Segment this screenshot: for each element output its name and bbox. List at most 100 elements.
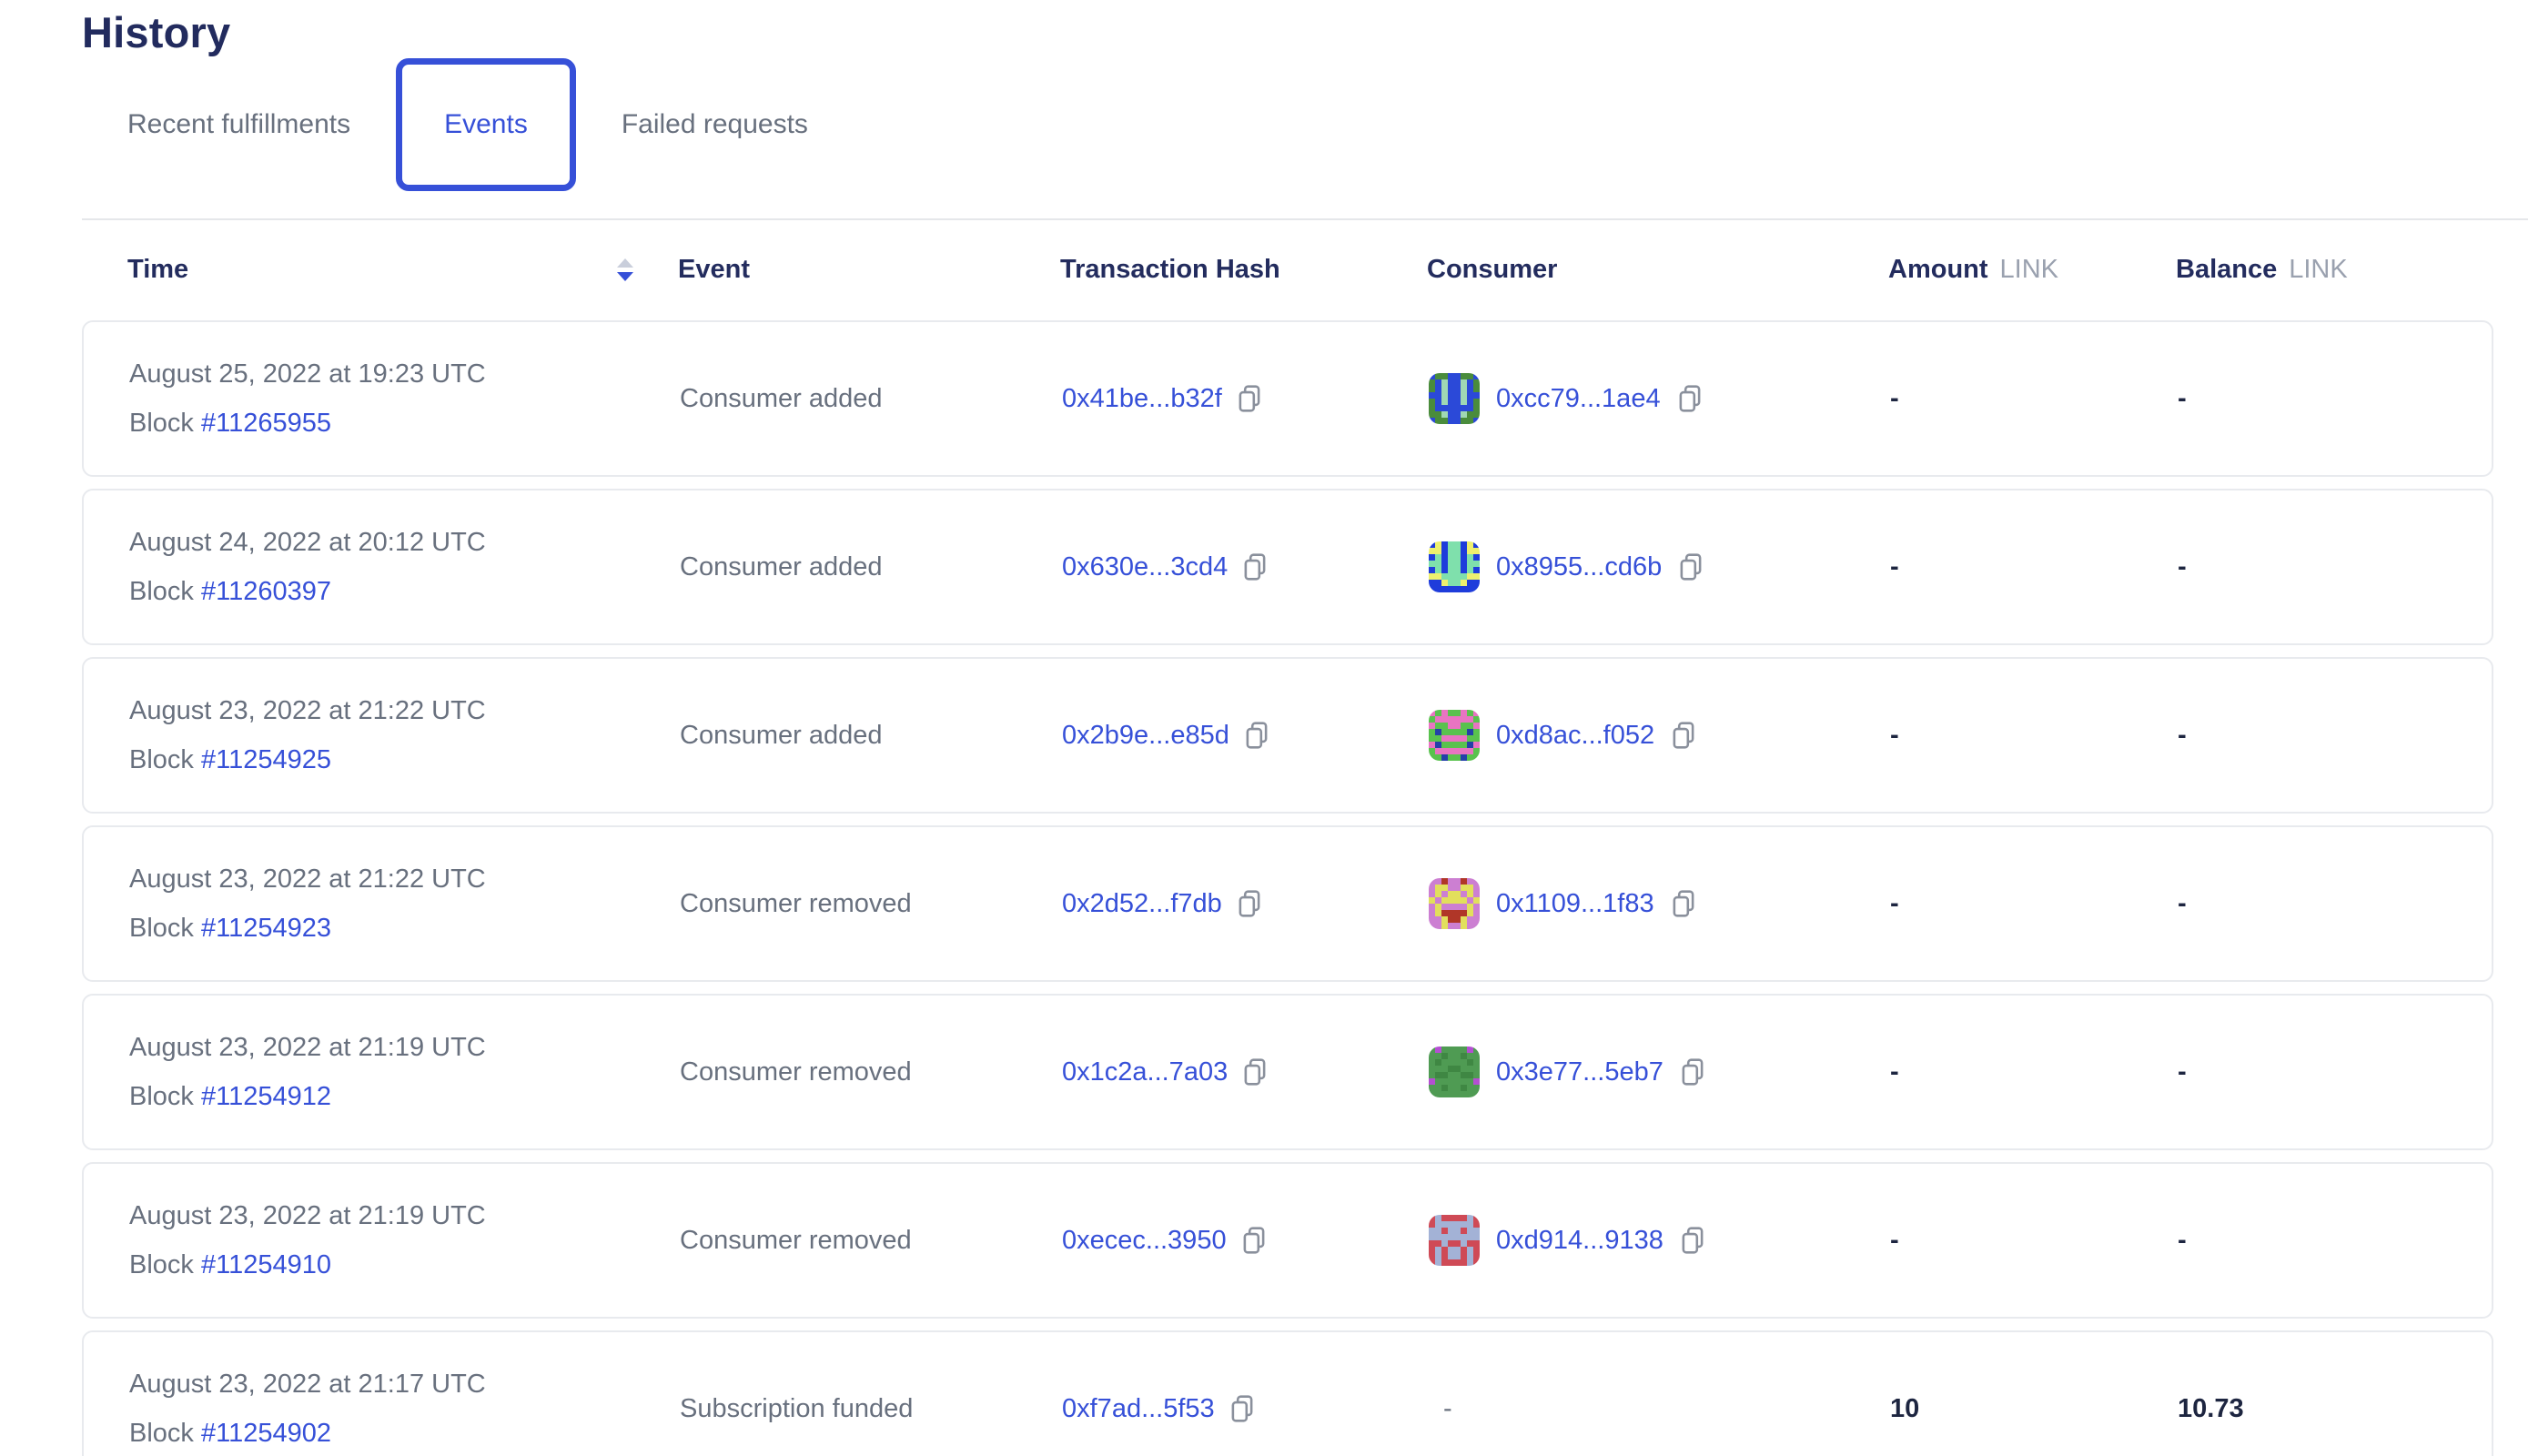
tx-hash-link[interactable]: 0x2d52...f7db (1062, 889, 1222, 919)
copy-icon (1229, 1394, 1255, 1423)
block-line: Block #11254912 (129, 1081, 331, 1112)
table-row: August 23, 2022 at 21:19 UTC Block #1125… (82, 994, 2493, 1150)
consumer-copy-button[interactable] (1680, 1226, 1705, 1255)
consumer-address-link[interactable]: 0x8955...cd6b (1496, 552, 1662, 582)
tab-events[interactable]: Events (396, 58, 576, 191)
consumer-cell: - (1429, 1332, 1452, 1456)
table-row: August 23, 2022 at 21:22 UTC Block #1125… (82, 657, 2493, 814)
column-header-time[interactable]: Time (127, 244, 188, 295)
sort-icon[interactable] (617, 244, 633, 295)
amount-value: 10 (1890, 1332, 1919, 1456)
consumer-copy-button[interactable] (1680, 1057, 1705, 1087)
consumer-cell: 0xd914...9138 (1429, 1164, 1705, 1317)
tx-hash-link[interactable]: 0x41be...b32f (1062, 384, 1222, 414)
amount-value: - (1890, 322, 1899, 475)
copy-icon (1237, 889, 1262, 918)
block-line: Block #11254923 (129, 913, 331, 944)
table-header: Time Event Transaction Hash Consumer Amo… (82, 244, 2493, 295)
balance-unit-label: LINK (2289, 255, 2347, 285)
consumer-address-link[interactable]: 0xcc79...1ae4 (1496, 384, 1661, 414)
event-type: Consumer added (680, 490, 882, 643)
block-number-link[interactable]: #11254925 (201, 745, 331, 774)
history-panel: History Recent fulfillments Events Faile… (0, 0, 2528, 1456)
event-date: August 23, 2022 at 21:17 UTC (129, 1369, 486, 1400)
block-number-link[interactable]: #11254910 (201, 1250, 331, 1279)
amount-value: - (1890, 827, 1899, 980)
sort-down-icon (617, 272, 633, 281)
tx-hash-copy-button[interactable] (1244, 721, 1269, 750)
tab-failed-requests[interactable]: Failed requests (622, 89, 808, 140)
tx-hash-link[interactable]: 0xf7ad...5f53 (1062, 1394, 1215, 1424)
time-cell: August 24, 2022 at 20:12 UTC Block #1126… (129, 490, 486, 643)
amount-value: - (1890, 490, 1899, 643)
tx-hash-cell: 0x2d52...f7db (1062, 827, 1262, 980)
consumer-cell: 0xd8ac...f052 (1429, 659, 1696, 812)
tx-hash-copy-button[interactable] (1242, 552, 1268, 581)
block-number-link[interactable]: #11260397 (201, 577, 331, 606)
sort-up-icon (617, 258, 633, 268)
block-number-link[interactable]: #11254923 (201, 914, 331, 943)
table-row: August 23, 2022 at 21:17 UTC Block #1125… (82, 1330, 2493, 1456)
consumer-copy-button[interactable] (1678, 552, 1704, 581)
table-row: August 24, 2022 at 20:12 UTC Block #1126… (82, 489, 2493, 645)
tx-hash-copy-button[interactable] (1241, 1226, 1267, 1255)
tx-hash-link[interactable]: 0x630e...3cd4 (1062, 552, 1228, 582)
tx-hash-copy-button[interactable] (1229, 1394, 1255, 1423)
event-date: August 24, 2022 at 20:12 UTC (129, 527, 486, 558)
event-date: August 23, 2022 at 21:22 UTC (129, 695, 486, 726)
copy-icon (1242, 1057, 1268, 1087)
amount-value: - (1890, 996, 1899, 1148)
tx-hash-cell: 0xf7ad...5f53 (1062, 1332, 1255, 1456)
column-header-event: Event (678, 244, 750, 295)
event-date: August 23, 2022 at 21:19 UTC (129, 1200, 486, 1231)
event-type: Consumer removed (680, 827, 912, 980)
copy-icon (1237, 384, 1262, 413)
table-row: August 23, 2022 at 21:19 UTC Block #1125… (82, 1162, 2493, 1319)
block-label: Block (129, 1419, 201, 1448)
amount-unit-label: LINK (2000, 255, 2058, 285)
copy-icon (1671, 721, 1696, 750)
tx-hash-copy-button[interactable] (1237, 384, 1262, 413)
tabs-divider (82, 218, 2528, 220)
consumer-copy-button[interactable] (1671, 889, 1696, 918)
tx-hash-link[interactable]: 0xecec...3950 (1062, 1226, 1227, 1256)
consumer-identicon (1429, 1046, 1480, 1097)
block-number-link[interactable]: #11254902 (201, 1419, 331, 1448)
balance-header-label: Balance (2176, 255, 2277, 285)
tx-hash-link[interactable]: 0x1c2a...7a03 (1062, 1057, 1228, 1087)
consumer-address-link[interactable]: 0x1109...1f83 (1496, 889, 1654, 919)
consumer-address-link[interactable]: 0x3e77...5eb7 (1496, 1057, 1663, 1087)
tx-hash-copy-button[interactable] (1242, 1057, 1268, 1087)
event-type: Consumer added (680, 322, 882, 475)
event-type: Consumer added (680, 659, 882, 812)
balance-value: - (2178, 659, 2187, 812)
consumer-copy-button[interactable] (1671, 721, 1696, 750)
tx-hash-link[interactable]: 0x2b9e...e85d (1062, 721, 1229, 751)
amount-header-label: Amount (1888, 255, 1988, 285)
block-number-link[interactable]: #11265955 (201, 409, 331, 438)
event-date: August 25, 2022 at 19:23 UTC (129, 359, 486, 389)
column-header-balance: Balance LINK (2176, 244, 2348, 295)
tx-hash-cell: 0x1c2a...7a03 (1062, 996, 1268, 1148)
event-type: Consumer removed (680, 1164, 912, 1317)
tx-hash-copy-button[interactable] (1237, 889, 1262, 918)
consumer-address-link[interactable]: 0xd914...9138 (1496, 1226, 1663, 1256)
balance-value: - (2178, 996, 2187, 1148)
tab-recent-fulfillments[interactable]: Recent fulfillments (127, 89, 350, 140)
block-line: Block #11254902 (129, 1418, 331, 1449)
time-cell: August 23, 2022 at 21:22 UTC Block #1125… (129, 659, 486, 812)
amount-value: - (1890, 1164, 1899, 1317)
consumer-cell: 0x8955...cd6b (1429, 490, 1704, 643)
consumer-copy-button[interactable] (1677, 384, 1703, 413)
consumer-address-link[interactable]: 0xd8ac...f052 (1496, 721, 1654, 751)
block-label: Block (129, 914, 201, 943)
block-label: Block (129, 745, 201, 774)
tx-hash-cell: 0x2b9e...e85d (1062, 659, 1269, 812)
copy-icon (1671, 889, 1696, 918)
tx-hash-cell: 0x41be...b32f (1062, 322, 1262, 475)
time-cell: August 25, 2022 at 19:23 UTC Block #1126… (129, 322, 486, 475)
balance-value: - (2178, 322, 2187, 475)
block-number-link[interactable]: #11254912 (201, 1082, 331, 1111)
consumer-identicon (1429, 710, 1480, 761)
table-row: August 25, 2022 at 19:23 UTC Block #1126… (82, 320, 2493, 477)
